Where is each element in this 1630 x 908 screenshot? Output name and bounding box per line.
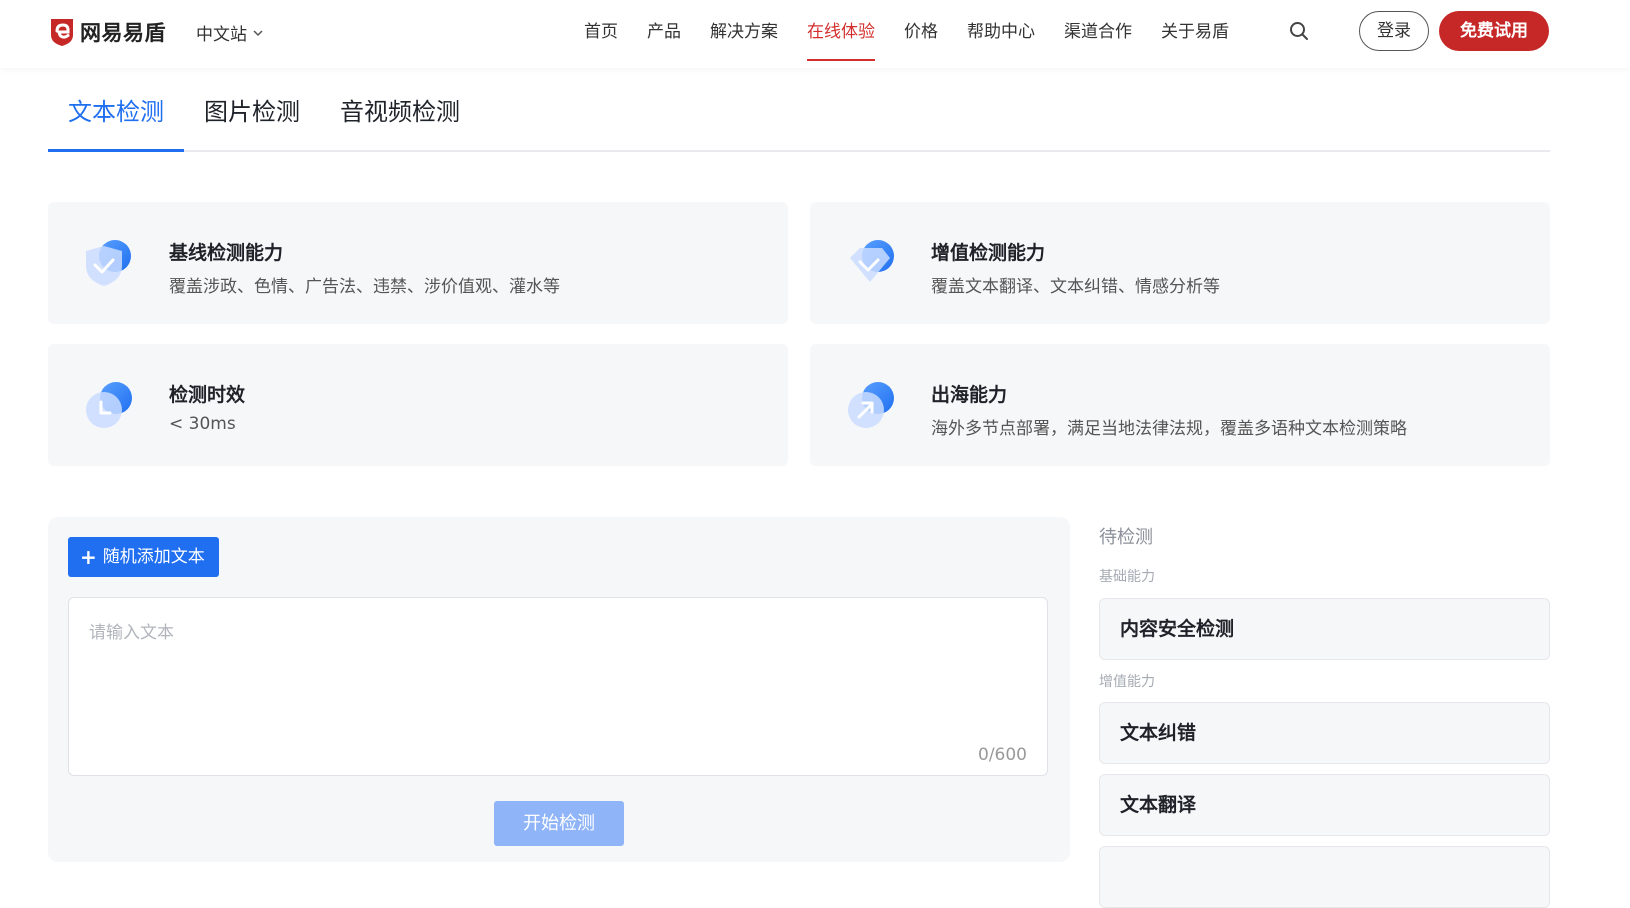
free-trial-button[interactable]: 免费试用 <box>1439 11 1549 51</box>
ability-content-safety[interactable]: 内容安全检测 <box>1099 598 1550 660</box>
nav-item-pricing[interactable]: 价格 <box>904 0 938 64</box>
main-nav: 首页 产品 解决方案 在线体验 价格 帮助中心 渠道合作 关于易盾 <box>584 0 1258 64</box>
tab-audio-video-detection[interactable]: 音视频检测 <box>320 86 480 150</box>
arrow-up-right-icon <box>848 382 894 428</box>
logo-text: 网易易盾 <box>80 21 166 45</box>
tab-text-detection[interactable]: 文本检测 <box>48 86 184 152</box>
feature-card-value-added: 增值检测能力 覆盖文本翻译、文本纠错、情感分析等 <box>810 202 1550 324</box>
random-add-text-label: 随机添加文本 <box>102 547 205 567</box>
feature-title: 基线检测能力 <box>169 242 284 264</box>
nav-item-about[interactable]: 关于易盾 <box>1161 0 1229 64</box>
search-icon[interactable] <box>1288 20 1310 42</box>
netease-yidun-logo[interactable]: 网易易盾 <box>48 15 166 49</box>
feature-title: 增值检测能力 <box>931 242 1046 264</box>
start-detection-button[interactable]: 开始检测 <box>494 801 624 846</box>
chevron-down-icon <box>253 29 263 36</box>
logo-icon <box>51 19 73 46</box>
top-header: 网易易盾 中文站 首页 产品 解决方案 在线体验 价格 帮助中心 渠道合作 关于… <box>0 0 1630 68</box>
group-label-value-added: 增值能力 <box>1099 674 1155 690</box>
text-input-box: 0/600 <box>68 597 1048 776</box>
random-add-text-button[interactable]: + 随机添加文本 <box>68 537 219 577</box>
feature-card-latency: 检测时效 < 30ms <box>48 344 788 466</box>
detection-tabs: 文本检测 图片检测 音视频检测 <box>48 86 1550 152</box>
tab-image-detection[interactable]: 图片检测 <box>184 86 320 150</box>
site-language-switch[interactable]: 中文站 <box>196 20 264 45</box>
nav-item-solutions[interactable]: 解决方案 <box>710 0 778 64</box>
shield-check-icon <box>86 240 131 286</box>
group-label-basic: 基础能力 <box>1099 569 1155 585</box>
feature-card-baseline: 基线检测能力 覆盖涉政、色情、广告法、违禁、涉价值观、灌水等 <box>48 202 788 324</box>
feature-desc: 覆盖涉政、色情、广告法、违禁、涉价值观、灌水等 <box>169 277 560 297</box>
nav-item-channel-partners[interactable]: 渠道合作 <box>1064 0 1132 64</box>
feature-title: 出海能力 <box>931 384 1008 406</box>
feature-desc: 覆盖文本翻译、文本纠错、情感分析等 <box>931 277 1220 297</box>
feature-desc: < 30ms <box>169 414 236 434</box>
value-check-icon <box>850 240 894 282</box>
ability-more-item[interactable] <box>1099 846 1550 908</box>
nav-item-home[interactable]: 首页 <box>584 0 618 64</box>
clock-icon <box>86 382 132 428</box>
pending-title: 待检测 <box>1099 527 1153 548</box>
ability-text-correction[interactable]: 文本纠错 <box>1099 702 1550 764</box>
login-button[interactable]: 登录 <box>1359 11 1429 51</box>
nav-item-products[interactable]: 产品 <box>647 0 681 64</box>
ability-text-translation[interactable]: 文本翻译 <box>1099 774 1550 836</box>
char-counter: 0/600 <box>978 745 1027 765</box>
plus-icon: + <box>80 545 97 569</box>
site-switch-label: 中文站 <box>196 25 247 45</box>
nav-item-help-center[interactable]: 帮助中心 <box>967 0 1035 64</box>
text-input-field[interactable] <box>69 598 1047 775</box>
nav-item-online-demo[interactable]: 在线体验 <box>807 0 875 64</box>
feature-card-overseas: 出海能力 海外多节点部署，满足当地法律法规，覆盖多语种文本检测策略 <box>810 344 1550 466</box>
text-input-panel: + 随机添加文本 0/600 开始检测 <box>48 517 1070 862</box>
feature-title: 检测时效 <box>169 384 246 406</box>
feature-desc: 海外多节点部署，满足当地法律法规，覆盖多语种文本检测策略 <box>931 419 1407 439</box>
